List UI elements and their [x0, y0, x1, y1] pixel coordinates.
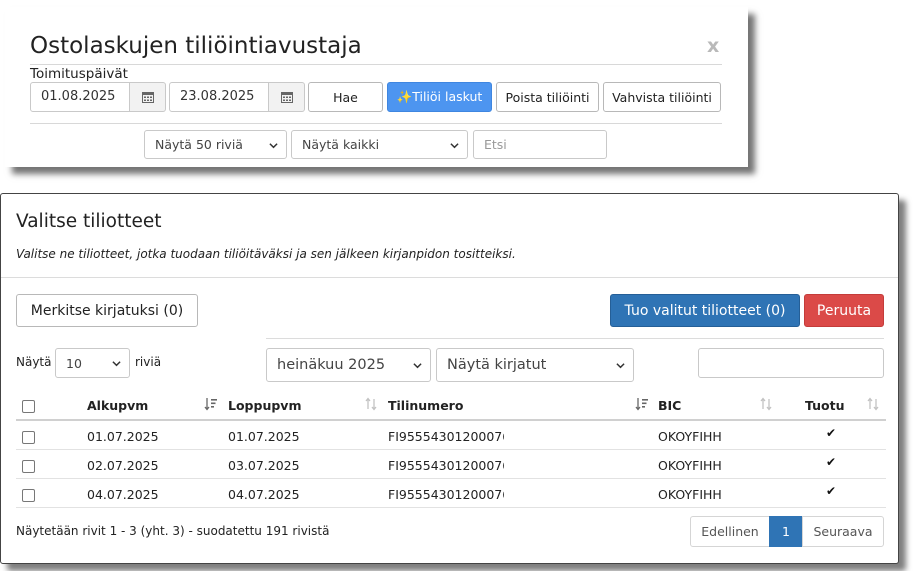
- panel-title: Ostolaskujen tiliöintiavustaja: [30, 33, 362, 59]
- cell-end-date: 03.07.2025: [228, 458, 300, 473]
- chevron-down-icon: [269, 142, 278, 148]
- next-page-button[interactable]: Seuraava: [802, 516, 884, 547]
- check-icon: ✔: [826, 484, 837, 498]
- mark-booked-button[interactable]: Merkitse kirjatuksi (0): [16, 294, 198, 327]
- row-divider: [16, 507, 886, 508]
- auto-book-invoices-button[interactable]: ✨Tiliöi laskut: [387, 82, 492, 112]
- close-icon[interactable]: x: [707, 35, 719, 57]
- sort-icon[interactable]: [759, 397, 773, 411]
- select-statements-modal: Valitse tiliotteet Valitse ne tiliotteet…: [0, 193, 899, 564]
- month-select-value: heinäkuu 2025: [277, 357, 386, 373]
- controls-divider: [266, 338, 884, 339]
- date-to-input[interactable]: 23.08.2025: [169, 82, 269, 112]
- date-from-input[interactable]: 01.08.2025: [30, 82, 130, 112]
- cell-start-date: 04.07.2025: [87, 487, 159, 502]
- assistant-panel: Ostolaskujen tiliöintiavustaja x Toimitu…: [5, 7, 748, 167]
- check-icon: ✔: [826, 455, 837, 469]
- table-info-text: Näytetään rivit 1 - 3 (yht. 3) - suodate…: [16, 524, 330, 538]
- row-count-select-value: Näytä 50 riviä: [155, 137, 243, 152]
- row-checkbox[interactable]: [22, 460, 35, 473]
- import-selected-button[interactable]: Tuo valitut tiliotteet (0): [610, 294, 800, 327]
- cell-bic: OKOYFIHH: [658, 487, 722, 502]
- sort-desc-icon[interactable]: [635, 397, 649, 411]
- cancel-button[interactable]: Peruuta: [804, 294, 884, 327]
- cell-end-date: 01.07.2025: [228, 429, 300, 444]
- search-input[interactable]: Etsi: [473, 130, 607, 159]
- cell-start-date: 02.07.2025: [87, 458, 159, 473]
- row-divider: [16, 449, 886, 450]
- filter-select[interactable]: Näytä kaikki: [291, 130, 468, 159]
- chevron-down-icon: [413, 363, 422, 369]
- rows-label: riviä: [135, 355, 162, 369]
- modal-description: Valitse ne tiliotteet, jotka tuodaan til…: [16, 247, 516, 261]
- calendar-icon[interactable]: [269, 82, 305, 112]
- page-length-select[interactable]: 10: [55, 348, 130, 378]
- sort-desc-icon[interactable]: [204, 397, 218, 411]
- select-all-checkbox[interactable]: [22, 400, 35, 413]
- cell-start-date: 01.07.2025: [87, 429, 159, 444]
- booked-filter-value: Näytä kirjatut: [447, 357, 547, 373]
- calendar-icon[interactable]: [130, 82, 166, 112]
- cell-account-number: FI9555430120007600: [388, 429, 504, 444]
- previous-page-button[interactable]: Edellinen: [690, 516, 770, 547]
- table-header-divider: [16, 419, 886, 421]
- column-header-start[interactable]: Alkupvm: [87, 398, 148, 413]
- column-header-account[interactable]: Tilinumero: [388, 398, 463, 413]
- check-icon: ✔: [826, 426, 837, 440]
- page-length-value: 10: [66, 355, 82, 371]
- modal-header-divider: [1, 277, 898, 278]
- column-header-end[interactable]: Loppupvm: [228, 398, 301, 413]
- delivery-dates-label: Toimituspäivät: [30, 66, 128, 82]
- column-header-bic[interactable]: BIC: [658, 398, 681, 413]
- cell-bic: OKOYFIHH: [658, 458, 722, 473]
- cell-account-number: FI9555430120007600: [388, 487, 504, 502]
- chevron-down-icon: [112, 361, 121, 367]
- sort-icon[interactable]: [866, 397, 880, 411]
- title-divider: [30, 64, 722, 65]
- cell-bic: OKOYFIHH: [658, 429, 722, 444]
- sort-icon[interactable]: [364, 397, 378, 411]
- remove-booking-button[interactable]: Poista tiliöinti: [496, 82, 599, 112]
- month-select[interactable]: heinäkuu 2025: [266, 348, 431, 382]
- row-divider: [16, 478, 886, 479]
- page-1-button[interactable]: 1: [769, 516, 803, 547]
- row-count-select[interactable]: Näytä 50 riviä: [144, 130, 287, 159]
- confirm-booking-button[interactable]: Vahvista tiliöinti: [603, 82, 721, 112]
- filter-select-value: Näytä kaikki: [302, 137, 380, 152]
- toolbar-divider: [30, 123, 722, 124]
- table-search-input[interactable]: [698, 348, 884, 378]
- modal-title: Valitse tiliotteet: [16, 211, 162, 232]
- fetch-button[interactable]: Hae: [308, 82, 383, 112]
- cell-account-number: FI9555430120007600: [388, 458, 504, 473]
- chevron-down-icon: [450, 142, 459, 148]
- chevron-down-icon: [616, 363, 625, 369]
- show-label: Näytä: [16, 355, 52, 369]
- booked-filter-select[interactable]: Näytä kirjatut: [436, 348, 634, 382]
- column-header-imported[interactable]: Tuotu: [805, 398, 845, 413]
- row-checkbox[interactable]: [22, 431, 35, 444]
- cell-end-date: 04.07.2025: [228, 487, 300, 502]
- row-checkbox[interactable]: [22, 489, 35, 502]
